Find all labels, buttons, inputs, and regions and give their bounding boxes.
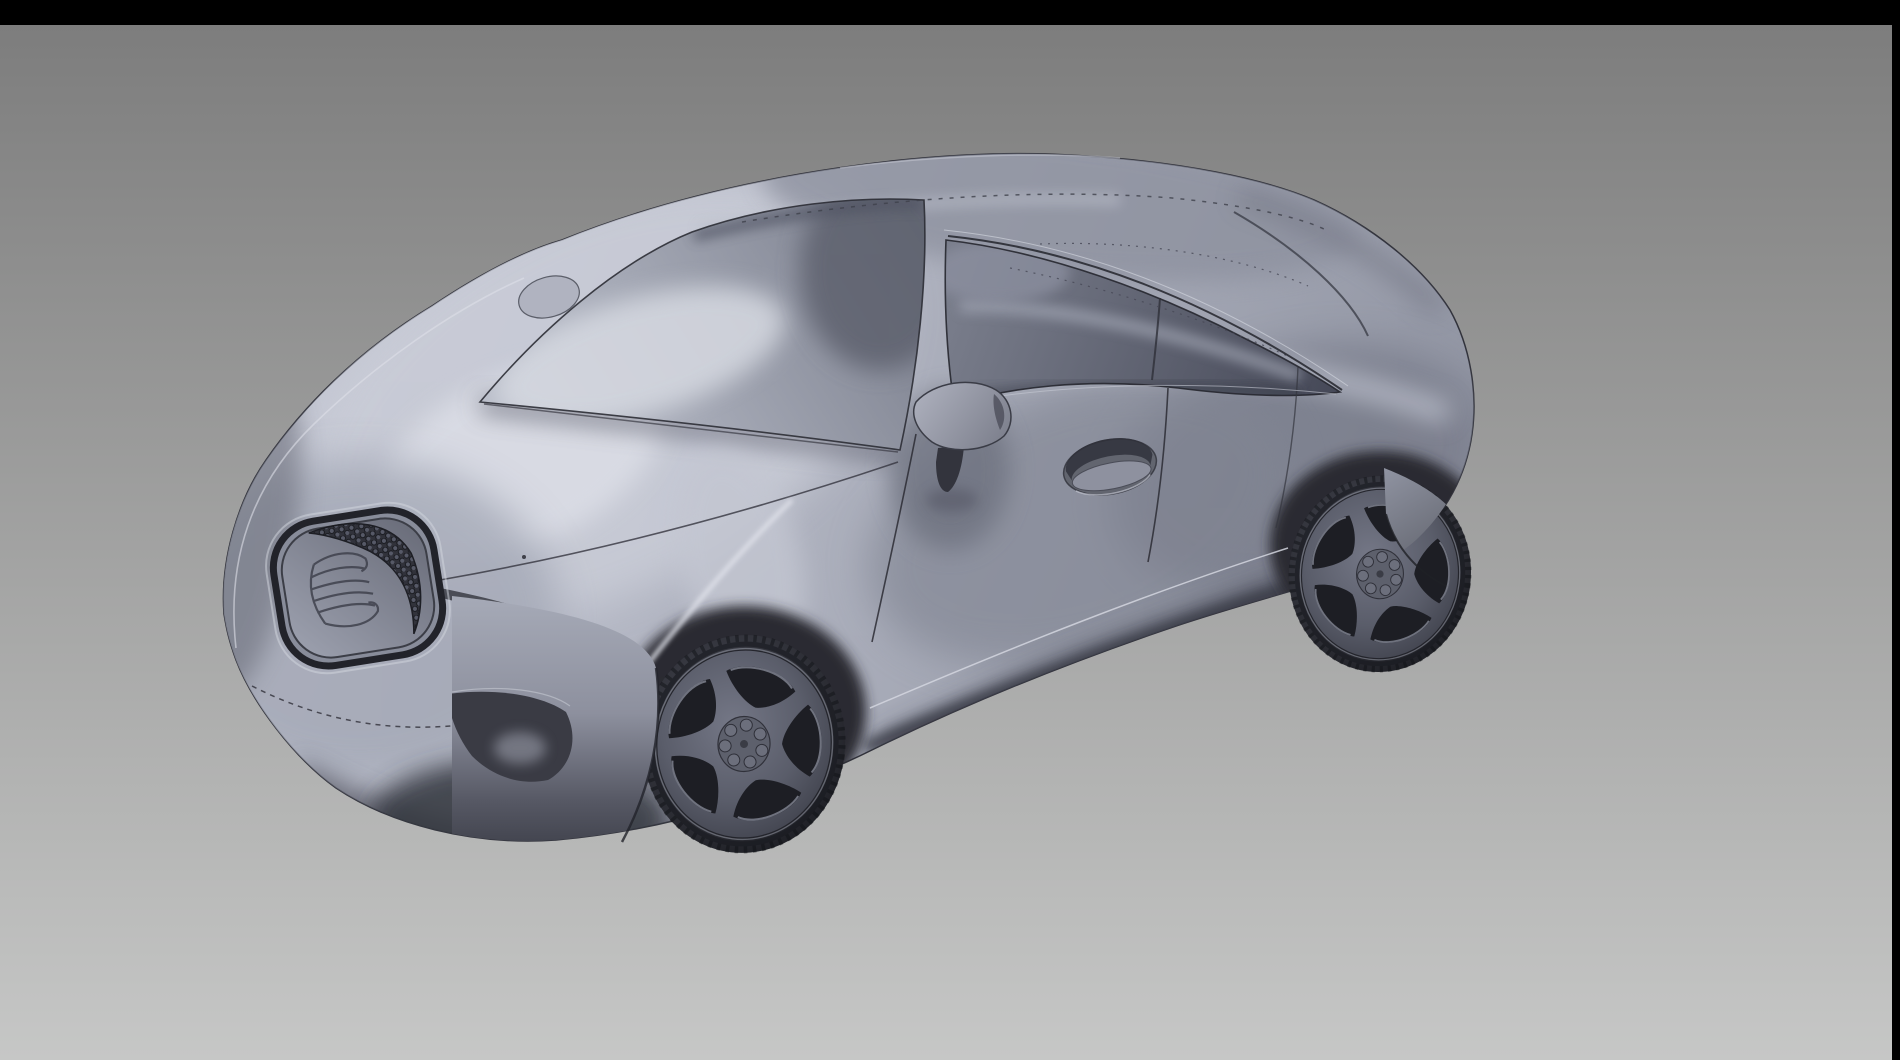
surface-fleck	[522, 555, 526, 559]
top-letterbox-bar	[0, 0, 1900, 25]
intake-fin	[494, 732, 546, 764]
application-window	[0, 0, 1900, 1060]
right-letterbox-bar	[1892, 0, 1900, 1060]
